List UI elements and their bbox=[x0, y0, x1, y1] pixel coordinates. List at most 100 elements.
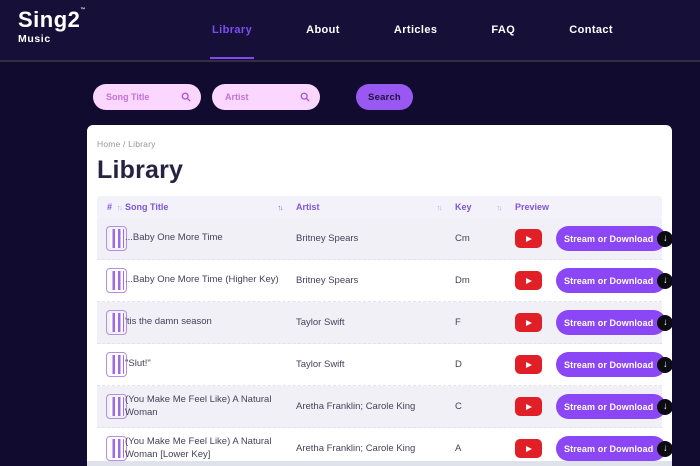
nav-item-library[interactable]: Library bbox=[212, 0, 252, 60]
stream-or-download-button[interactable]: Stream or Download ↓ bbox=[556, 394, 666, 419]
download-arrow-icon: ↓ bbox=[657, 273, 672, 289]
piano-icon bbox=[106, 310, 127, 335]
search-button[interactable]: Search bbox=[356, 84, 413, 110]
action-cell: Stream or Download ↓ bbox=[556, 226, 662, 251]
column-header-index[interactable]: # ↑↓ bbox=[97, 202, 125, 212]
brand-name: Sing2™ bbox=[18, 9, 86, 31]
song-icon-cell bbox=[97, 394, 125, 419]
main-nav: Library About Articles FAQ Contact bbox=[212, 0, 613, 60]
table-header-row: # ↑↓ Song Title ↑↓ Artist ↑↓ Key ↑↓ Prev… bbox=[97, 196, 662, 218]
artist-cell: Britney Spears bbox=[296, 275, 455, 286]
youtube-preview-button[interactable] bbox=[515, 229, 542, 248]
stream-or-download-button[interactable]: Stream or Download ↓ bbox=[556, 436, 666, 461]
table-row: (You Make Me Feel Like) A Natural Woman … bbox=[97, 386, 662, 428]
youtube-preview-button[interactable] bbox=[515, 397, 542, 416]
nav-item-about[interactable]: About bbox=[306, 0, 340, 60]
library-content-card: Home / Library Library # ↑↓ Song Title ↑… bbox=[87, 125, 672, 466]
song-title-field-wrap bbox=[93, 84, 201, 110]
artist-input[interactable] bbox=[212, 84, 320, 110]
column-header-song-title[interactable]: Song Title ↑↓ bbox=[125, 202, 296, 212]
breadcrumb-home-link[interactable]: Home bbox=[97, 139, 120, 149]
download-arrow-icon: ↓ bbox=[657, 357, 672, 373]
play-icon bbox=[526, 278, 532, 284]
stream-download-label: Stream or Download bbox=[564, 360, 653, 370]
nav-item-contact[interactable]: Contact bbox=[569, 0, 613, 60]
artist-cell: Britney Spears bbox=[296, 233, 455, 244]
download-arrow-icon: ↓ bbox=[657, 231, 672, 247]
table-footer-edge bbox=[87, 461, 672, 466]
piano-icon bbox=[106, 268, 127, 293]
youtube-preview-button[interactable] bbox=[515, 355, 542, 374]
song-icon-cell bbox=[97, 226, 125, 251]
download-arrow-icon: ↓ bbox=[657, 441, 672, 457]
sort-icon[interactable]: ↑↓ bbox=[117, 203, 122, 212]
piano-icon bbox=[106, 394, 127, 419]
key-cell: C bbox=[455, 401, 515, 412]
nav-item-articles[interactable]: Articles bbox=[394, 0, 438, 60]
artist-cell: Aretha Franklin; Carole King bbox=[296, 401, 455, 412]
table-body: ...Baby One More Time Britney Spears Cm … bbox=[97, 218, 662, 466]
top-navigation-bar: Sing2™ Music Library About Articles FAQ … bbox=[0, 0, 700, 62]
stream-download-label: Stream or Download bbox=[564, 402, 653, 412]
download-arrow-icon: ↓ bbox=[657, 315, 672, 331]
stream-download-label: Stream or Download bbox=[564, 444, 653, 454]
search-section: Search bbox=[0, 64, 700, 125]
stream-or-download-button[interactable]: Stream or Download ↓ bbox=[556, 226, 666, 251]
sort-icon[interactable]: ↑↓ bbox=[278, 203, 283, 212]
action-cell: Stream or Download ↓ bbox=[556, 268, 662, 293]
preview-cell bbox=[515, 313, 556, 332]
stream-or-download-button[interactable]: Stream or Download ↓ bbox=[556, 268, 666, 293]
action-cell: Stream or Download ↓ bbox=[556, 310, 662, 335]
breadcrumb-current: Library bbox=[128, 139, 155, 149]
sort-icon[interactable]: ↑↓ bbox=[497, 203, 502, 212]
action-cell: Stream or Download ↓ bbox=[556, 352, 662, 377]
piano-icon bbox=[106, 352, 127, 377]
column-header-preview: Preview bbox=[515, 202, 556, 212]
preview-cell bbox=[515, 439, 556, 458]
preview-cell bbox=[515, 271, 556, 290]
action-cell: Stream or Download ↓ bbox=[556, 394, 662, 419]
table-row: ...Baby One More Time Britney Spears Cm … bbox=[97, 218, 662, 260]
column-header-key[interactable]: Key ↑↓ bbox=[455, 202, 515, 212]
sort-icon[interactable]: ↑↓ bbox=[437, 203, 442, 212]
key-cell: D bbox=[455, 359, 515, 370]
song-title-cell: ...Baby One More Time (Higher Key) bbox=[125, 274, 296, 286]
table-row: 'tis the damn season Taylor Swift F Stre… bbox=[97, 302, 662, 344]
play-icon bbox=[526, 446, 532, 452]
breadcrumb: Home / Library bbox=[97, 139, 662, 149]
trademark-symbol: ™ bbox=[80, 7, 86, 13]
youtube-preview-button[interactable] bbox=[515, 439, 542, 458]
song-title-cell: 'tis the damn season bbox=[125, 316, 296, 328]
stream-download-label: Stream or Download bbox=[564, 276, 653, 286]
preview-cell bbox=[515, 229, 556, 248]
preview-cell bbox=[515, 397, 556, 416]
key-cell: Dm bbox=[455, 275, 515, 286]
preview-cell bbox=[515, 355, 556, 374]
song-icon-cell bbox=[97, 436, 125, 461]
song-icon-cell bbox=[97, 310, 125, 335]
song-icon-cell bbox=[97, 352, 125, 377]
brand-subtitle: Music bbox=[18, 33, 86, 45]
key-cell: F bbox=[455, 317, 515, 328]
youtube-preview-button[interactable] bbox=[515, 313, 542, 332]
song-title-input[interactable] bbox=[93, 84, 201, 110]
artist-cell: Taylor Swift bbox=[296, 317, 455, 328]
song-icon-cell bbox=[97, 268, 125, 293]
play-icon bbox=[526, 236, 532, 242]
nav-item-faq[interactable]: FAQ bbox=[491, 0, 515, 60]
artist-field-wrap bbox=[212, 84, 320, 110]
song-title-cell: (You Make Me Feel Like) A Natural Woman … bbox=[125, 436, 296, 461]
column-header-artist[interactable]: Artist ↑↓ bbox=[296, 202, 455, 212]
table-row: "Slut!" Taylor Swift D Stream or Downloa… bbox=[97, 344, 662, 386]
youtube-preview-button[interactable] bbox=[515, 271, 542, 290]
play-icon bbox=[526, 404, 532, 410]
song-title-cell: ...Baby One More Time bbox=[125, 232, 296, 244]
key-cell: Cm bbox=[455, 233, 515, 244]
artist-cell: Taylor Swift bbox=[296, 359, 455, 370]
stream-or-download-button[interactable]: Stream or Download ↓ bbox=[556, 352, 666, 377]
brand-logo[interactable]: Sing2™ Music bbox=[18, 9, 86, 45]
page-title: Library bbox=[97, 156, 662, 185]
artist-cell: Aretha Franklin; Carole King bbox=[296, 443, 455, 454]
stream-download-label: Stream or Download bbox=[564, 234, 653, 244]
stream-or-download-button[interactable]: Stream or Download ↓ bbox=[556, 310, 666, 335]
